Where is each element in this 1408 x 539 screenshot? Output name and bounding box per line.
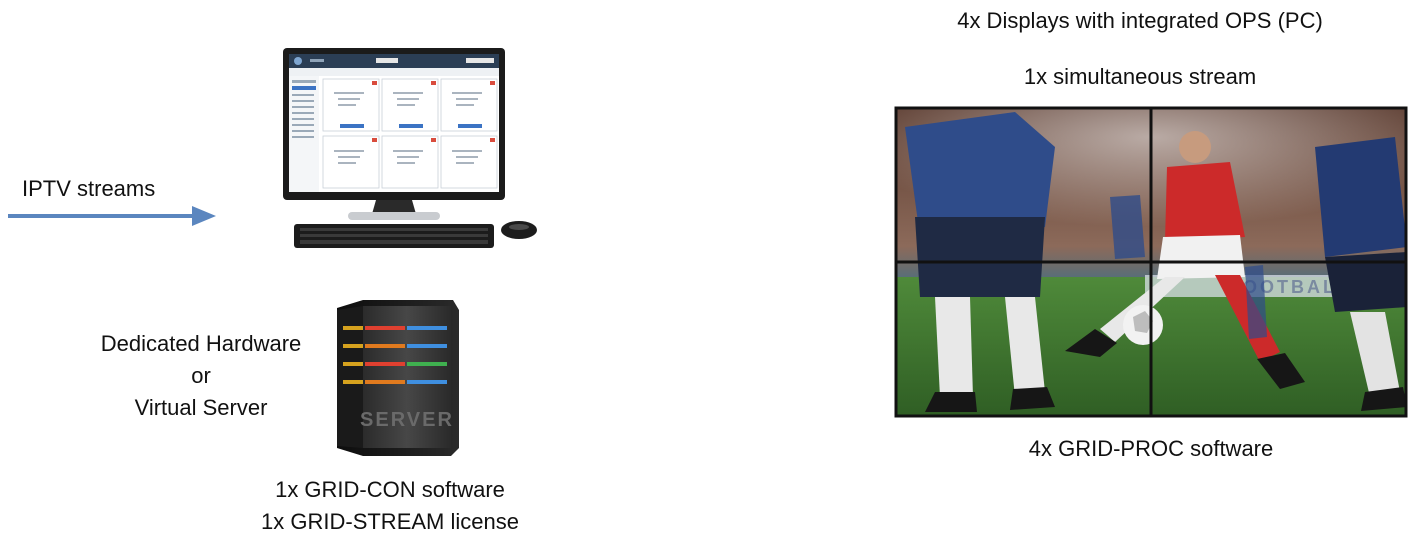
grid-proc-label: 4x GRID-PROC software — [1028, 436, 1274, 461]
software-lines: 1x GRID-CON software 1x GRID-STREAM lice… — [230, 474, 550, 538]
server-icon: SERVER — [337, 300, 459, 456]
arrow-right-icon — [8, 206, 216, 226]
server-text: SERVER — [360, 409, 454, 431]
stream-subtitle: 1x simultaneous stream — [1023, 64, 1257, 89]
grid-stream-line: 1x GRID-STREAM license — [261, 509, 519, 534]
desktop-computer-icon — [283, 48, 537, 248]
hardware-label-line3: Virtual Server — [134, 395, 268, 420]
hardware-label-line1: Dedicated Hardware — [100, 331, 302, 356]
hardware-label-line2: or — [191, 363, 211, 388]
video-wall: FOOTBALL — [894, 106, 1408, 418]
grid-con-line: 1x GRID-CON software — [275, 477, 505, 502]
displays-title: 4x Displays with integrated OPS (PC) — [957, 8, 1323, 33]
hardware-label: Dedicated Hardware or Virtual Server — [72, 328, 330, 424]
